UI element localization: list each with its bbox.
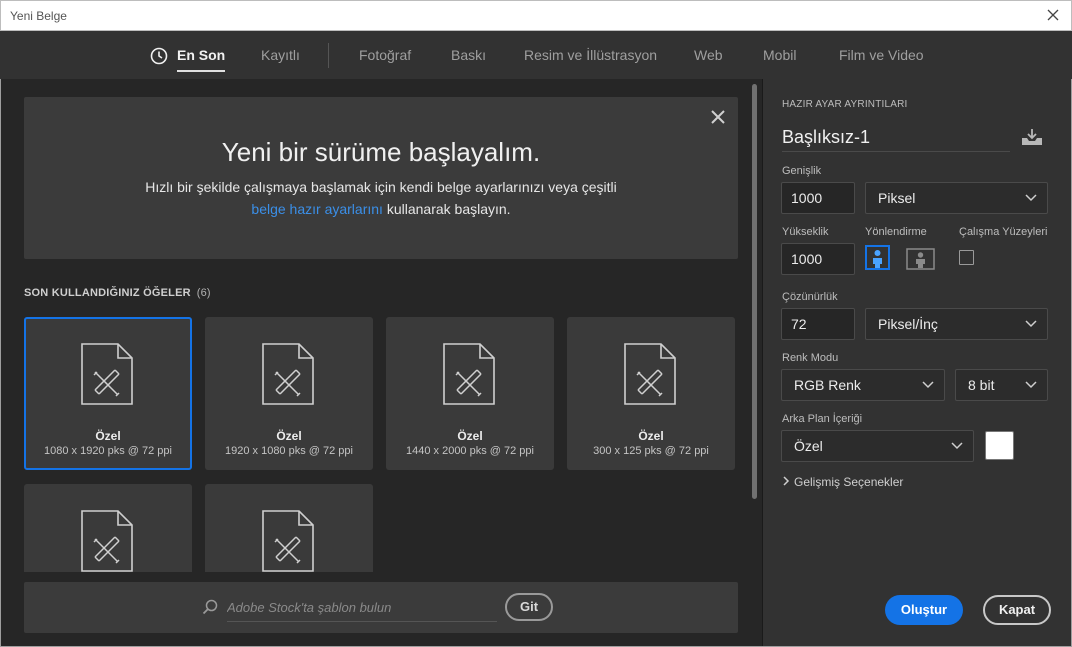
recent-item-dims: 1920 x 1080 pks @ 72 ppi <box>225 445 353 457</box>
resolution-label: Çözünürlük <box>782 291 838 303</box>
window-title: Yeni Belge <box>10 9 67 23</box>
bit-depth-select[interactable]: 8 bit <box>955 369 1048 401</box>
color-mode-value: RGB Renk <box>794 377 861 393</box>
close-button[interactable]: Kapat <box>983 595 1051 625</box>
width-input[interactable]: 1000 <box>781 182 855 214</box>
document-icon <box>262 510 314 572</box>
chevron-down-icon <box>1025 320 1037 328</box>
background-select[interactable]: Özel <box>781 430 974 462</box>
welcome-text: Hızlı bir şekilde çalışmaya başlamak içi… <box>145 179 617 195</box>
window-titlebar: Yeni Belge <box>0 0 1072 31</box>
stock-search-bar: Git <box>24 582 738 633</box>
chevron-right-icon <box>783 476 790 486</box>
advanced-options-toggle[interactable]: Gelişmiş Seçenekler <box>782 475 903 489</box>
recent-item[interactable]: Özel 1440 x 2000 pks @ 72 ppi <box>386 317 554 470</box>
resolution-unit-select[interactable]: Piksel/İnç <box>865 308 1048 340</box>
document-icon <box>81 510 133 572</box>
resolution-input[interactable]: 72 <box>781 308 855 340</box>
width-unit-select[interactable]: Piksel <box>865 182 1048 214</box>
height-label: Yükseklik <box>782 226 829 238</box>
tab-photo[interactable]: Fotoğraf <box>359 47 411 63</box>
tab-art-illustration[interactable]: Resim ve İllüstrasyon <box>524 47 657 63</box>
width-unit-value: Piksel <box>878 190 916 206</box>
recent-title: SON KULLANDIĞINIZ ÖĞELER <box>24 287 191 299</box>
recent-item[interactable] <box>205 484 373 572</box>
background-label: Arka Plan İçeriği <box>782 413 863 425</box>
save-preset-icon[interactable] <box>1021 128 1043 146</box>
recent-item-name: Özel <box>95 429 121 443</box>
search-icon <box>202 599 218 615</box>
recent-item-name: Özel <box>276 429 302 443</box>
color-mode-label: Renk Modu <box>782 352 839 364</box>
portrait-orientation-icon[interactable] <box>865 245 890 270</box>
document-icon <box>81 343 133 405</box>
welcome-banner: Yeni bir sürüme başlayalım. Hızlı bir şe… <box>24 97 738 259</box>
presets-link[interactable]: belge hazır ayarlarını <box>251 201 383 217</box>
recent-item[interactable]: Özel 1080 x 1920 pks @ 72 ppi <box>24 317 192 470</box>
tab-film-video[interactable]: Film ve Video <box>839 47 924 63</box>
tab-saved[interactable]: Kayıtlı <box>261 47 300 63</box>
tab-mobile[interactable]: Mobil <box>763 47 796 63</box>
chevron-down-icon <box>951 442 963 450</box>
tab-recent[interactable]: En Son <box>177 47 226 72</box>
recent-item[interactable]: Özel 1920 x 1080 pks @ 72 ppi <box>205 317 373 470</box>
recent-item-dims: 300 x 125 pks @ 72 ppi <box>593 445 709 457</box>
clock-icon <box>150 47 168 65</box>
stock-search-input[interactable] <box>227 593 497 622</box>
recent-items-grid: Özel 1080 x 1920 pks @ 72 ppi Özel 1920 … <box>0 310 760 572</box>
artboards-label: Çalışma Yüzeyleri <box>959 226 1048 238</box>
tab-divider <box>328 43 329 68</box>
tab-web[interactable]: Web <box>694 47 723 63</box>
landscape-orientation-icon[interactable] <box>906 248 935 270</box>
preset-details-header: HAZIR AYAR AYRINTILARI <box>782 99 908 110</box>
height-input[interactable]: 1000 <box>781 243 855 275</box>
recent-count: (6) <box>196 287 211 299</box>
recent-item-name: Özel <box>638 429 664 443</box>
advanced-options-label: Gelişmiş Seçenekler <box>794 475 904 489</box>
bit-depth-value: 8 bit <box>968 377 995 393</box>
go-button[interactable]: Git <box>505 593 553 621</box>
color-mode-select[interactable]: RGB Renk <box>781 369 945 401</box>
recent-section-title: SON KULLANDIĞINIZ ÖĞELER (6) <box>24 287 211 299</box>
welcome-heading: Yeni bir sürüme başlayalım. <box>221 137 541 167</box>
orientation-label: Yönlendirme <box>865 226 927 238</box>
document-icon <box>624 343 676 405</box>
recent-item-dims: 1440 x 2000 pks @ 72 ppi <box>406 445 534 457</box>
recent-item[interactable]: Özel 300 x 125 pks @ 72 ppi <box>567 317 735 470</box>
document-icon <box>262 343 314 405</box>
recent-item-dims: 1080 x 1920 pks @ 72 ppi <box>44 445 172 457</box>
artboards-checkbox[interactable] <box>959 250 974 265</box>
background-color-swatch[interactable] <box>985 431 1014 460</box>
chevron-down-icon <box>1025 194 1037 202</box>
recent-item[interactable] <box>24 484 192 572</box>
tab-print[interactable]: Baskı <box>451 47 486 63</box>
chevron-down-icon <box>1025 381 1037 389</box>
chevron-down-icon <box>922 381 934 389</box>
window-close-icon[interactable] <box>1045 7 1061 23</box>
close-icon[interactable] <box>710 109 726 125</box>
document-icon <box>443 343 495 405</box>
recent-item-name: Özel <box>457 429 483 443</box>
welcome-text-2: belge hazır ayarlarını kullanarak başlay… <box>24 201 738 217</box>
background-value: Özel <box>794 438 823 454</box>
create-button[interactable]: Oluştur <box>885 595 963 625</box>
welcome-text-rest: kullanarak başlayın. <box>382 201 511 217</box>
recent-scrollbar[interactable] <box>752 84 757 499</box>
resolution-unit-value: Piksel/İnç <box>878 316 938 332</box>
document-name-field[interactable]: Başlıksız-1 <box>782 124 1010 152</box>
width-label: Genişlik <box>782 165 822 177</box>
